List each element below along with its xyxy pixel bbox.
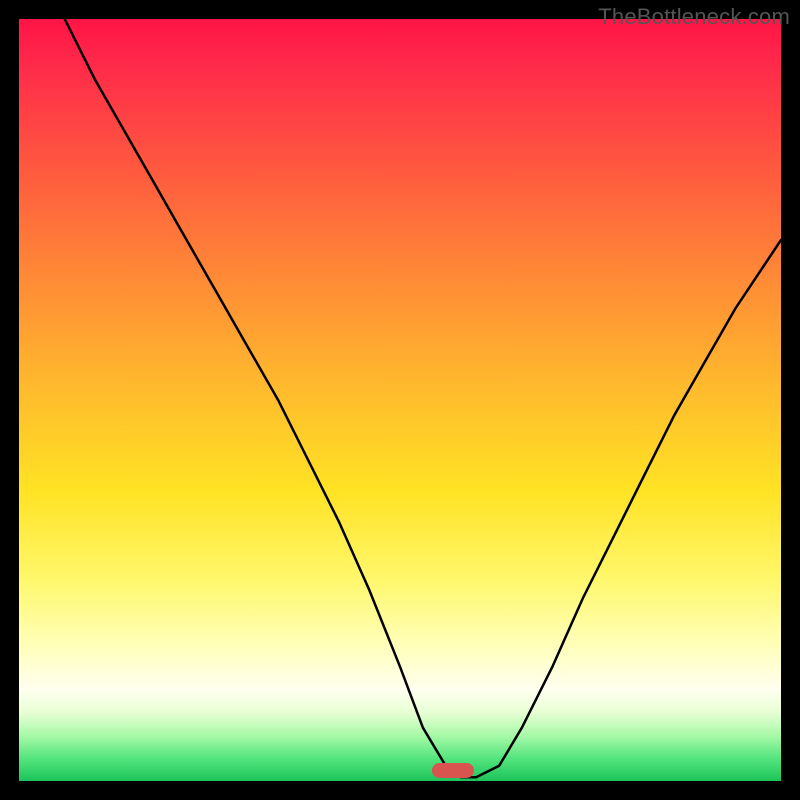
curve-layer [19, 19, 781, 781]
chart-frame: TheBottleneck.com [0, 0, 800, 800]
minimum-marker [432, 763, 474, 777]
plot-area [19, 19, 781, 781]
bottleneck-curve [65, 19, 781, 777]
watermark-text: TheBottleneck.com [598, 4, 790, 30]
